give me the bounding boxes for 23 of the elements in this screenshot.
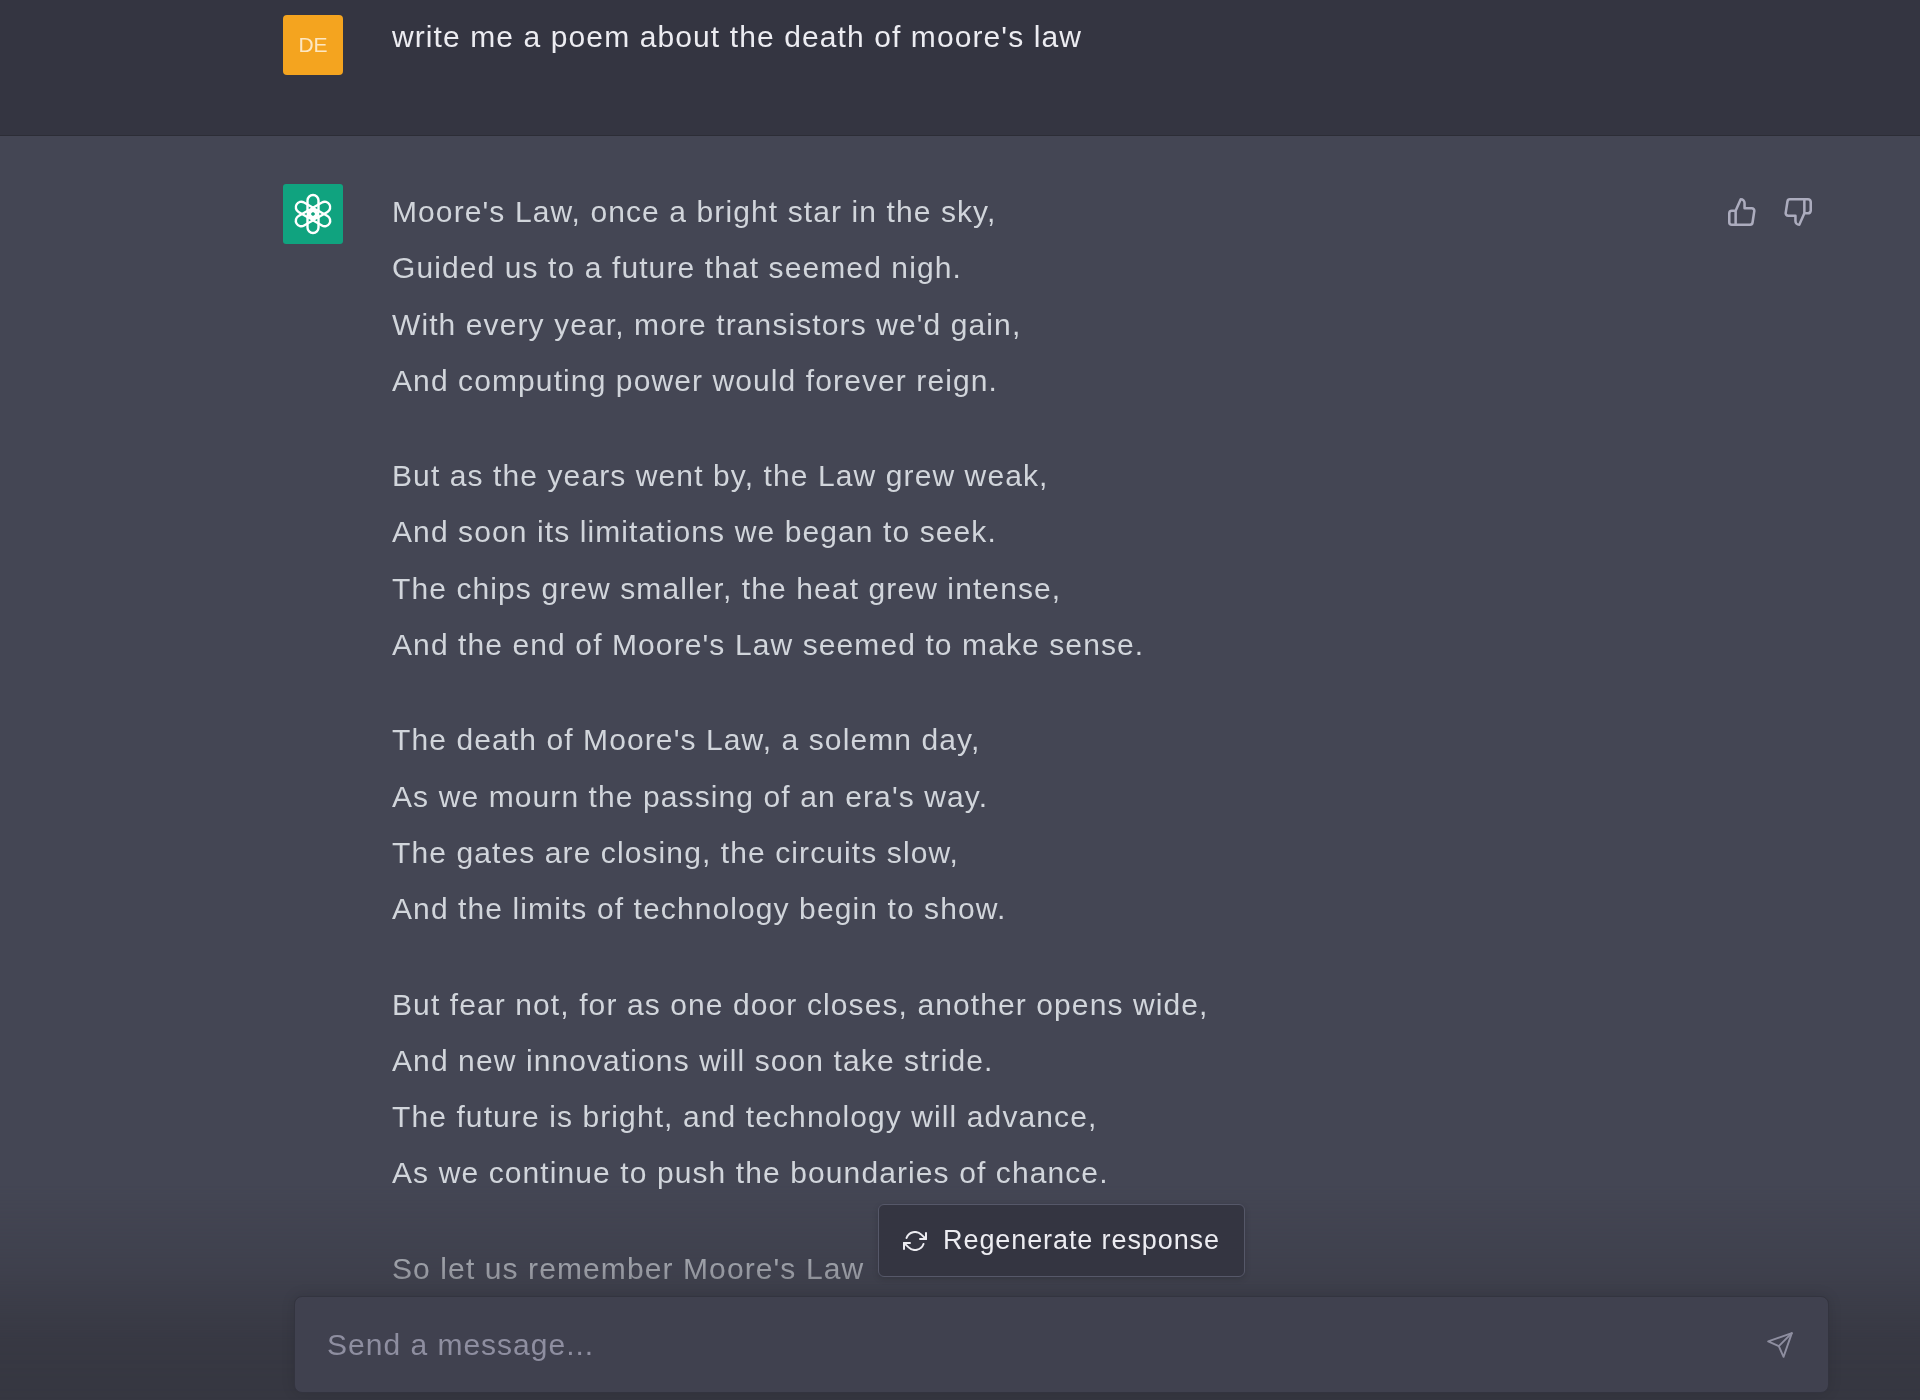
poem-line: With every year, more transistors we'd gain,: [392, 306, 1022, 343]
user-message: write me a poem about the death of moore's law: [392, 19, 1082, 55]
poem-line: As we continue to push the boundaries of chance.: [392, 1155, 1109, 1192]
poem-line: The chips grew smaller, the heat grew intense,: [392, 570, 1062, 607]
poem-line: The future is bright, and technology will advance,: [392, 1099, 1098, 1136]
poem-line: Moore's Law, once a bright star in the sky,: [392, 194, 997, 230]
knot-icon: [283, 184, 343, 244]
regenerate-button[interactable]: Regenerate response: [878, 1204, 1245, 1277]
refresh-icon: [903, 1230, 928, 1251]
poem-line: And the limits of technology begin to show.: [392, 891, 1007, 928]
user-avatar: DE: [283, 15, 343, 75]
poem-line: Guided us to a future that seemed nigh.: [392, 250, 962, 287]
poem-line: The death of Moore's Law, a solemn day,: [392, 722, 981, 759]
poem-line: As we mourn the passing of an era's way.: [392, 778, 989, 815]
message-input[interactable]: Send a message...: [294, 1296, 1829, 1393]
poem-line: And soon its limitations we began to seek.: [392, 514, 997, 551]
poem-line: And new innovations will soon take stride.: [392, 1042, 994, 1079]
poem-line: And the end of Moore's Law seemed to make sense.: [392, 627, 1145, 664]
poem-line: So let us remember Moore's Law: [392, 1250, 865, 1287]
poem-line: The gates are closing, the circuits slow,: [392, 834, 959, 871]
poem-line: But as the years went by, the Law grew weak,: [392, 458, 1049, 495]
poem-line: And computing power would forever reign.: [392, 362, 998, 399]
poem-line: But fear not, for as one door closes, another opens wide,: [392, 986, 1209, 1023]
